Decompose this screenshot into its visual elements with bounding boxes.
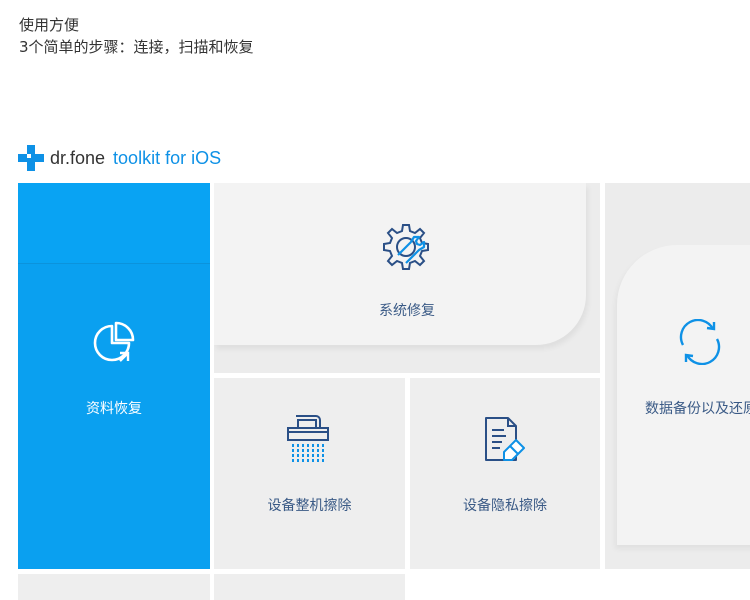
- logo-brand: dr.fone: [50, 147, 106, 168]
- tile-private-data-erase[interactable]: 设备隐私擦除: [410, 378, 600, 569]
- plus-logo-icon: [18, 145, 44, 171]
- intro-title: 使用方便: [19, 16, 80, 34]
- logo-product: toolkit for iOS: [113, 147, 222, 168]
- toolkit-grid: 资料恢复 系统修复 设备整机擦除 设备隐私擦除 数据备份以及还原: [18, 183, 750, 600]
- drfone-logo: dr.fone toolkit for iOS: [18, 145, 221, 171]
- gear-wrench-icon: [383, 224, 429, 270]
- document-eraser-icon: [485, 417, 525, 461]
- tile-partial-left: [18, 574, 210, 600]
- tile-system-repair[interactable]: 系统修复: [214, 183, 600, 373]
- tile-data-recovery-label: 资料恢复: [86, 401, 142, 417]
- sync-icon: [679, 319, 721, 365]
- tile-full-device-erase[interactable]: 设备整机擦除: [214, 378, 405, 569]
- pie-chart-icon: [93, 321, 135, 362]
- intro-steps: 3个简单的步骤：连接，扫描和恢复: [19, 38, 254, 56]
- tile-backup-restore[interactable]: 数据备份以及还原: [605, 183, 750, 569]
- tile-private-data-erase-label: 设备隐私擦除: [463, 498, 547, 514]
- tile-data-recovery[interactable]: 资料恢复: [18, 183, 210, 569]
- shredder-icon: [287, 415, 329, 462]
- tile-full-device-erase-label: 设备整机擦除: [267, 498, 352, 514]
- tile-partial-middle: [214, 574, 405, 600]
- intro-text: 使用方便 3个简单的步骤：连接，扫描和恢复: [19, 14, 254, 58]
- tile-backup-restore-label: 数据备份以及还原: [645, 401, 750, 417]
- tile-system-repair-label: 系统修复: [379, 303, 435, 319]
